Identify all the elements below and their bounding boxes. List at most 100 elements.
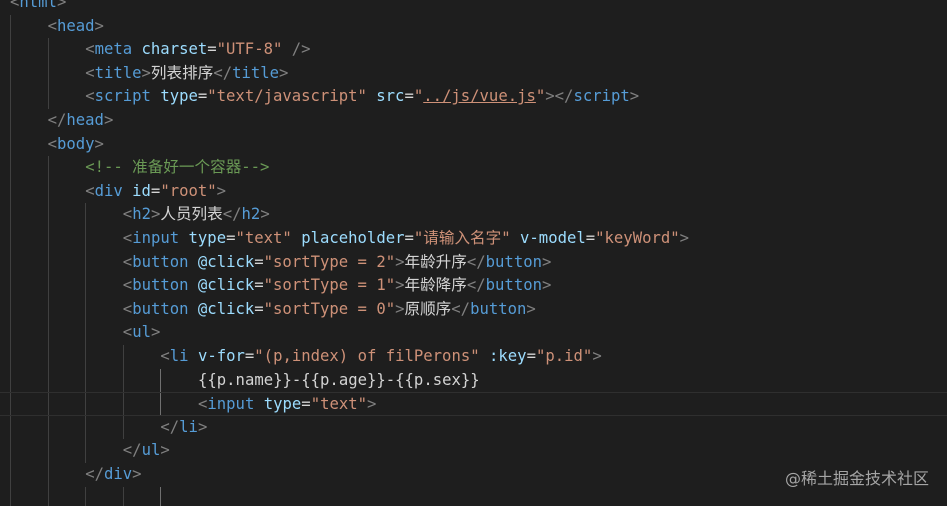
code-editor[interactable]: <html> <head> <meta charset="UTF-8" /> <tit… <box>0 0 947 506</box>
indent-guide <box>122 486 124 506</box>
code-token: "text" <box>235 229 292 247</box>
code-token: "text" <box>310 395 368 414</box>
code-token: < <box>122 299 133 318</box>
code-token: </ <box>85 465 104 483</box>
code-line[interactable]: </div> <box>0 463 142 487</box>
code-token: > <box>545 87 555 106</box>
code-token: < <box>160 347 170 365</box>
code-token: < <box>47 134 57 153</box>
code-token: "sortType = 2" <box>263 252 396 271</box>
code-token: > <box>150 323 161 342</box>
code-token: "sortType = 1" <box>263 276 396 295</box>
code-line[interactable]: <div id="root"> <box>0 180 226 204</box>
code-token: button <box>485 276 542 295</box>
code-token: = <box>150 181 161 200</box>
code-line[interactable]: <h2>人员列表</h2> <box>0 203 270 227</box>
code-token: input <box>132 229 180 247</box>
code-token: h2 <box>241 205 261 224</box>
code-token: > <box>542 252 552 271</box>
code-token: </ <box>122 441 142 460</box>
code-token: v-model <box>520 229 586 247</box>
code-token: < <box>198 395 208 414</box>
code-line[interactable]: <button @click="sortType = 2">年龄升序</butt… <box>0 251 552 275</box>
code-token: > <box>367 395 377 414</box>
code-line[interactable]: <button @click="sortType = 1">年龄降序</butt… <box>0 274 552 298</box>
code-token: > <box>260 205 270 224</box>
code-line[interactable]: </ul> <box>0 439 170 463</box>
code-line[interactable]: </head> <box>0 109 114 133</box>
code-token: "text/javascript" <box>207 87 367 106</box>
code-line[interactable]: <input type="text"> <box>0 392 947 416</box>
code-line[interactable]: <title>列表排序</title> <box>0 62 288 86</box>
code-line[interactable]: <li v-for="(p,index) of filPerons" :key=… <box>0 345 601 369</box>
code-token: 人员列表 <box>160 205 223 224</box>
code-token: </ <box>213 63 233 82</box>
code-token: < <box>85 87 95 106</box>
code-line[interactable]: <html> <box>0 0 66 15</box>
code-token: div <box>103 465 133 483</box>
code-line[interactable]: <button @click="sortType = 0">原顺序</butto… <box>0 298 536 322</box>
code-token: 年龄升序 <box>404 252 467 271</box>
code-token: = <box>585 229 596 247</box>
code-token: head <box>66 111 104 129</box>
code-token: src <box>376 87 405 106</box>
code-token: < <box>85 40 95 59</box>
code-token: type <box>160 87 198 106</box>
code-token: = <box>404 87 414 106</box>
watermark: @稀土掘金技术社区 <box>784 469 929 488</box>
code-token: > <box>132 465 142 483</box>
code-token: /> <box>291 40 311 59</box>
code-token: id <box>132 181 151 200</box>
code-token: > <box>94 134 104 153</box>
indent-guide <box>160 486 162 506</box>
code-token: < <box>122 205 133 224</box>
code-token: @click <box>197 276 255 295</box>
code-line[interactable]: <ul> <box>0 321 161 345</box>
code-token: = <box>526 347 536 365</box>
code-token: type <box>263 395 302 414</box>
code-token: > <box>160 441 170 460</box>
code-token: "root" <box>160 181 217 200</box>
code-token: = <box>207 40 217 59</box>
code-token: ul <box>141 441 161 460</box>
indent-guide <box>85 486 87 506</box>
code-token: < <box>85 181 95 200</box>
code-token: html <box>19 0 57 11</box>
code-token: = <box>197 87 208 106</box>
code-token: ul <box>132 323 151 342</box>
code-token: button <box>132 252 189 271</box>
code-token: button <box>132 276 189 295</box>
code-line[interactable]: </li> <box>0 416 207 440</box>
code-token: > <box>197 417 208 436</box>
code-line[interactable] <box>0 487 85 506</box>
code-line[interactable]: {{p.name}}-{{p.age}}-{{p.sex}} <box>0 369 480 393</box>
code-token: ../js/vue.js <box>423 87 536 106</box>
code-line[interactable]: <head> <box>0 15 104 39</box>
code-token: placeholder <box>301 229 405 247</box>
code-token: "p.id" <box>535 347 593 365</box>
code-token: 列表排序 <box>150 63 214 82</box>
code-token: <!-- 准备好一个容器--> <box>85 158 270 177</box>
code-token: < <box>122 252 133 271</box>
code-token: @click <box>197 299 255 318</box>
code-token: script <box>573 87 630 106</box>
code-token: :key <box>489 347 527 365</box>
code-token: li <box>169 347 189 365</box>
code-line[interactable]: <!-- 准备好一个容器--> <box>0 156 269 180</box>
code-line[interactable]: <meta charset="UTF-8" /> <box>0 38 311 62</box>
code-token: title <box>94 63 142 82</box>
code-line[interactable]: <input type="text" placeholder="请输入名字" v… <box>0 227 689 251</box>
code-line[interactable]: <script type="text/javascript" src="../j… <box>0 85 639 109</box>
code-token: = <box>254 276 264 295</box>
code-token: " <box>413 87 424 106</box>
code-token: = <box>254 299 264 318</box>
code-token: < <box>122 323 133 342</box>
code-line[interactable]: <body> <box>0 133 104 157</box>
